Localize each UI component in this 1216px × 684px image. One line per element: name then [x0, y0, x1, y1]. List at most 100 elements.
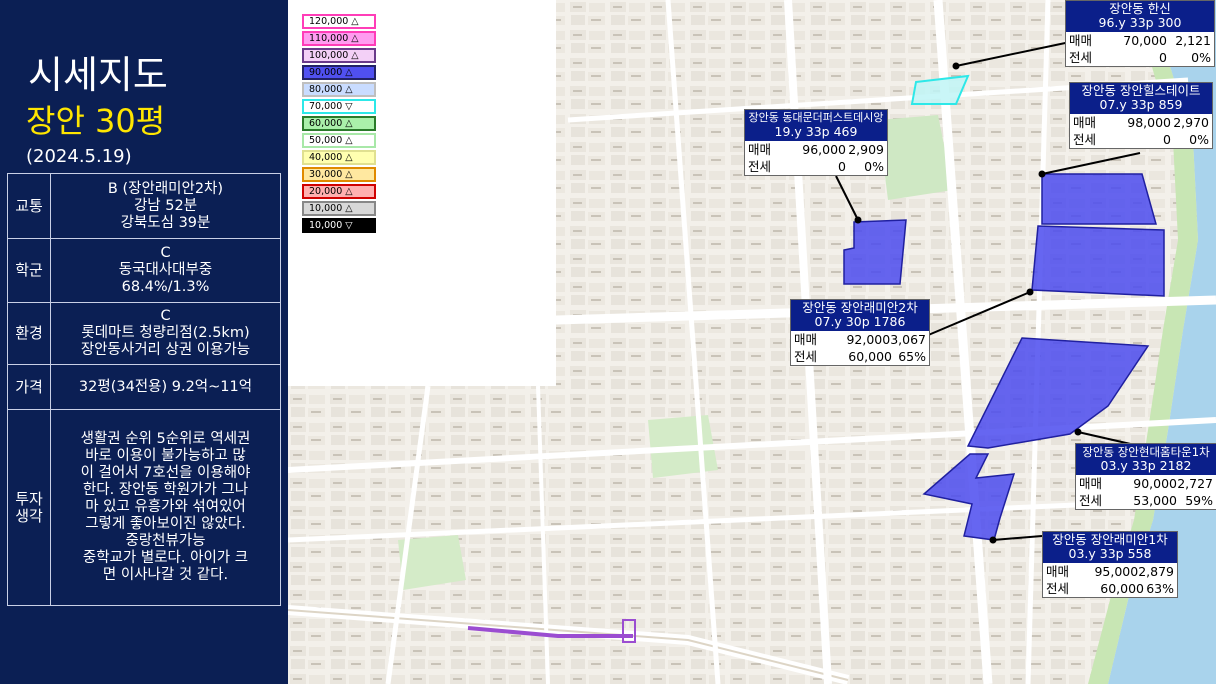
label-name: 장안동 동대문더퍼스트데시앙: [745, 110, 887, 125]
label-cell: 전세: [1079, 493, 1103, 508]
label-cell: 60,000: [848, 349, 892, 364]
label-hansin[interactable]: 장안동 한신 96.y 33p 300 매매 70,000 2,121 전세 0 0%: [1065, 0, 1215, 67]
label-cell: 95,000: [1094, 564, 1139, 579]
row-line: 그렇게 좋아보이진 않았다.: [85, 516, 246, 532]
leader-dot-hyundai: [1074, 428, 1082, 436]
label-sale-row: 매매 90,000 2,727: [1076, 475, 1216, 492]
label-name: 장안동 장안힐스테이트: [1070, 83, 1212, 98]
row-line: 생활권 순위 5순위로 역세권: [80, 431, 251, 447]
label-cell: 92,000: [846, 332, 891, 347]
leader-line-raemian2: [925, 291, 1031, 337]
label-cell: 매매: [1046, 564, 1070, 579]
row-line: C: [160, 245, 171, 261]
label-cell: 매매: [1073, 115, 1097, 130]
info-table: 교통 B (장안래미안2차) 강남 52분 강북도심 39분 학군 C 동국대사…: [7, 173, 281, 606]
label-dongdaemun[interactable]: 장안동 동대문더퍼스트데시앙 19.y 33p 469 매매 96,000 2,90…: [744, 109, 888, 176]
label-cell: 0: [1159, 50, 1167, 65]
label-cell: 매매: [1079, 476, 1103, 491]
row-line: 이 걸어서 7호선을 이용해야: [80, 465, 251, 481]
row-line: 32평(34전용) 9.2억~11억: [78, 378, 253, 395]
label-raemian2[interactable]: 장안동 장안래미안2차 07.y 30p 1786 매매 92,000 3,067 …: [790, 299, 930, 366]
label-name: 장안동 장안현대홈타운1차: [1076, 444, 1216, 459]
panel-subtitle: 장안 30평: [26, 102, 166, 140]
polygon-raemian2[interactable]: [1031, 225, 1165, 297]
leader-dot-raemian1: [989, 536, 997, 544]
row-line: 장안동사거리 상권 이용가능: [80, 342, 251, 358]
label-cell: 63%: [1146, 581, 1174, 596]
row-value: C 롯데마트 청량리점(2.5km) 장안동사거리 상권 이용가능: [50, 302, 281, 365]
panel-title: 시세지도: [28, 53, 168, 97]
label-cell: 53,000: [1133, 493, 1177, 508]
label-raemian1[interactable]: 장안동 장안래미안1차 03.y 33p 558 매매 95,000 2,879 전…: [1042, 531, 1178, 598]
label-cell: 전세: [1046, 581, 1070, 596]
label-cell: 2,970: [1173, 115, 1209, 130]
polygon-dongdaemun[interactable]: [843, 219, 907, 285]
label-jeonse-row: 전세 60,000 65%: [791, 348, 929, 365]
label-cell: 전세: [748, 159, 772, 174]
polygon-hansin[interactable]: [910, 74, 970, 105]
leader-dot-hansin: [952, 62, 960, 70]
row-value: C 동국대사대부중 68.4%/1.3%: [50, 238, 281, 303]
label-info: 07.y 33p 859: [1070, 98, 1212, 114]
label-info: 03.y 33p 558: [1043, 547, 1177, 563]
row-value: B (장안래미안2차) 강남 52분 강북도심 39분: [50, 173, 281, 239]
label-cell: 0%: [864, 159, 884, 174]
label-cell: 96,000: [802, 142, 846, 157]
leader-line-raemian1: [992, 535, 1043, 541]
row-value: 32평(34전용) 9.2억~11억: [50, 364, 281, 410]
row-key: 가격: [7, 364, 51, 410]
label-info: 07.y 30p 1786: [791, 315, 929, 331]
label-info: 96.y 33p 300: [1066, 16, 1214, 32]
label-hyundai[interactable]: 장안동 장안현대홈타운1차 03.y 33p 2182 매매 90,000 2,72…: [1075, 443, 1216, 510]
leader-line-hills: [1041, 152, 1141, 175]
label-cell: 70,000: [1123, 33, 1167, 48]
leader-dot-raemian2: [1026, 288, 1034, 296]
label-cell: 90,000: [1133, 476, 1177, 491]
label-name: 장안동 장안래미안2차: [791, 300, 929, 315]
row-line: 면 이사나갈 것 같다.: [102, 567, 229, 583]
label-cell: 0: [1163, 132, 1171, 147]
map-area[interactable]: 120,000 △ 110,000 △ 100,000 △ 90,000 △ 8…: [288, 0, 1216, 684]
label-cell: 매매: [1069, 33, 1093, 48]
label-cell: 2,727: [1177, 476, 1213, 491]
label-cell: 매매: [748, 142, 772, 157]
label-cell: 매매: [794, 332, 818, 347]
row-key: 교통: [7, 173, 51, 239]
label-cell: 0%: [1189, 132, 1209, 147]
label-cell: 3,067: [890, 332, 926, 347]
leader-line-dongdaemun: [835, 175, 859, 221]
label-cell: 0%: [1191, 50, 1211, 65]
label-cell: 59%: [1185, 493, 1213, 508]
label-sale-row: 매매 92,000 3,067: [791, 331, 929, 348]
row-line: 바로 이용이 불가능하고 많: [85, 448, 246, 464]
label-cell: 0: [838, 159, 846, 174]
row-key: 투자 생각: [7, 409, 51, 606]
row-line: 한다. 장안동 학원가가 그나: [82, 482, 249, 498]
row-line: 강남 52분: [133, 197, 198, 214]
leader-dot-dongdaemun: [854, 216, 862, 224]
row-line: 중학교가 별로다. 아이가 크: [82, 550, 249, 566]
info-panel: 시세지도 장안 30평 (2024.5.19) 교통 B (장안래미안2차) 강…: [0, 0, 288, 684]
leader-dot-hills: [1038, 170, 1046, 178]
label-cell: 2,879: [1138, 564, 1174, 579]
row-line: 마 있고 유흥가와 섞여있어: [85, 499, 246, 515]
label-jeonse-row: 전세 0 0%: [1066, 49, 1214, 66]
row-line: 강북도심 39분: [120, 214, 211, 231]
row-line: C: [160, 308, 171, 324]
label-sale-row: 매매 70,000 2,121: [1066, 32, 1214, 49]
label-info: 03.y 33p 2182: [1076, 459, 1216, 475]
label-cell: 2,121: [1175, 33, 1211, 48]
row-line: 68.4%/1.3%: [121, 279, 210, 295]
label-cell: 60,000: [1100, 581, 1144, 596]
polygon-raemian1[interactable]: [922, 453, 1016, 541]
label-sale-row: 매매 98,000 2,970: [1070, 114, 1212, 131]
label-hills[interactable]: 장안동 장안힐스테이트 07.y 33p 859 매매 98,000 2,970 전…: [1069, 82, 1213, 149]
panel-date: (2024.5.19): [26, 146, 132, 167]
label-cell: 98,000: [1127, 115, 1171, 130]
polygon-hills[interactable]: [1041, 173, 1157, 225]
label-cell: 전세: [1073, 132, 1097, 147]
row-line: 롯데마트 청량리점(2.5km): [81, 325, 250, 341]
label-cell: 전세: [794, 349, 818, 364]
polygon-hyundai[interactable]: [966, 337, 1150, 449]
row-value: 생활권 순위 5순위로 역세권 바로 이용이 불가능하고 많 이 걸어서 7호선…: [50, 409, 281, 606]
